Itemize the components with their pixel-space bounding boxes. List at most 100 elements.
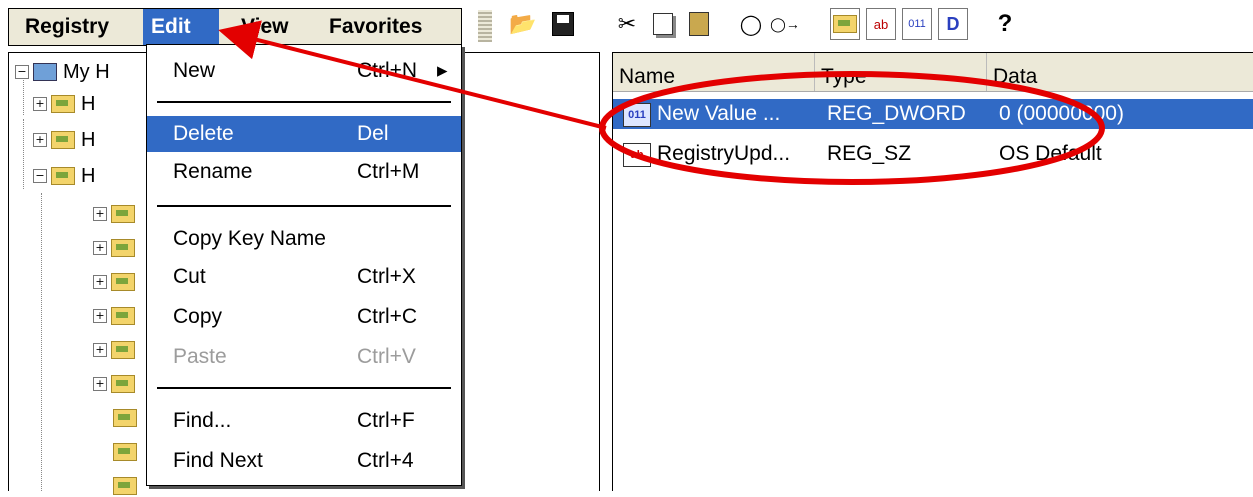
folder-icon xyxy=(111,375,135,393)
tree-node[interactable]: + H xyxy=(33,93,95,115)
tree-node[interactable] xyxy=(113,441,137,463)
folder-icon xyxy=(111,273,135,291)
menu-item-label: New xyxy=(173,59,216,82)
tree-node[interactable]: + H xyxy=(33,129,95,151)
menu-item-copy-key-name[interactable]: Copy Key Name xyxy=(147,221,461,257)
menu-item-accel: Ctrl+F xyxy=(357,409,415,432)
string-value-icon: ab xyxy=(623,143,651,167)
tree-root[interactable]: − My H xyxy=(15,61,110,83)
collapse-icon[interactable]: − xyxy=(33,169,47,183)
expand-icon[interactable]: + xyxy=(93,309,107,323)
menu-item-copy[interactable]: Copy Ctrl+C xyxy=(147,299,461,335)
find-next-icon[interactable]: ◯→ xyxy=(770,8,800,40)
menu-item-cut[interactable]: Cut Ctrl+X xyxy=(147,259,461,295)
column-type[interactable]: Type xyxy=(815,53,987,91)
tree-node-label: H xyxy=(81,92,96,115)
list-row[interactable]: 011 New Value ... REG_DWORD 0 (00000000) xyxy=(613,99,1253,129)
expand-icon[interactable]: + xyxy=(33,97,47,111)
menu-item-label: Copy xyxy=(173,305,223,328)
tree-node[interactable]: + xyxy=(93,305,135,327)
menu-item-paste: Paste Ctrl+V xyxy=(147,339,461,375)
menu-item-new[interactable]: New Ctrl+N ▸ xyxy=(147,53,461,89)
folder-icon xyxy=(111,341,135,359)
cut-icon[interactable]: ✂ xyxy=(612,8,642,40)
folder-icon xyxy=(113,443,137,461)
column-name[interactable]: Name xyxy=(613,53,815,91)
menu-item-rename[interactable]: Rename Ctrl+M xyxy=(147,154,461,190)
expand-icon[interactable]: + xyxy=(93,241,107,255)
menu-item-accel: Del xyxy=(357,122,389,145)
dword-value-icon: 011 xyxy=(623,103,651,127)
folder-icon xyxy=(113,409,137,427)
menu-item-accel: Ctrl+V xyxy=(357,345,416,368)
collapse-icon[interactable]: − xyxy=(15,65,29,79)
tree-node-label: H xyxy=(81,128,96,151)
tree-root-label: My H xyxy=(63,60,110,83)
tree-node[interactable]: + xyxy=(93,339,135,361)
paste-icon[interactable] xyxy=(684,8,714,40)
copy-icon[interactable] xyxy=(648,8,678,40)
menu-item-label: Find... xyxy=(173,409,232,432)
menu-item-label: Copy Key Name xyxy=(173,227,326,250)
expand-icon[interactable]: + xyxy=(93,275,107,289)
menu-item-label: Cut xyxy=(173,265,206,288)
tree-node[interactable]: + xyxy=(93,373,135,395)
menu-view[interactable]: View xyxy=(241,9,288,45)
menu-item-accel: Ctrl+C xyxy=(357,305,418,328)
tree-node[interactable]: + xyxy=(93,203,135,225)
menu-item-label: Find Next xyxy=(173,449,263,472)
folder-icon xyxy=(51,167,75,185)
menu-item-label: Delete xyxy=(173,122,234,145)
expand-icon[interactable]: + xyxy=(93,207,107,221)
expand-icon[interactable]: + xyxy=(93,377,107,391)
open-icon[interactable]: 📂 xyxy=(508,8,538,40)
computer-icon xyxy=(33,63,57,81)
expand-icon[interactable]: + xyxy=(93,343,107,357)
value-name: New Value ... xyxy=(657,102,781,125)
expand-icon[interactable]: + xyxy=(33,133,47,147)
value-data: 0 (00000000) xyxy=(999,102,1124,125)
folder-icon xyxy=(111,239,135,257)
menu-edit[interactable]: Edit xyxy=(143,9,219,45)
find-icon[interactable]: ◯ xyxy=(736,8,766,40)
tree-node[interactable] xyxy=(113,407,137,429)
menu-item-find[interactable]: Find... Ctrl+F xyxy=(147,403,461,439)
tree-node[interactable]: + xyxy=(93,237,135,259)
menu-item-label: Paste xyxy=(173,345,227,368)
value-type: REG_DWORD xyxy=(827,102,966,125)
menu-separator xyxy=(157,205,451,207)
value-data: OS Default xyxy=(999,142,1102,165)
new-string-icon[interactable]: ab xyxy=(866,8,896,40)
toolbar-grip[interactable] xyxy=(478,10,492,42)
tree-node[interactable]: + xyxy=(93,271,135,293)
values-list[interactable]: Name Type Data 011 New Value ... REG_DWO… xyxy=(612,52,1253,491)
column-data[interactable]: Data xyxy=(987,53,1253,91)
folder-icon xyxy=(111,205,135,223)
tree-node[interactable]: − H xyxy=(33,165,95,187)
menu-separator xyxy=(157,387,451,389)
menu-item-accel: Ctrl+N xyxy=(357,59,418,82)
edit-menu: New Ctrl+N ▸ Delete Del Rename Ctrl+M Co… xyxy=(146,44,462,486)
menu-favorites[interactable]: Favorites xyxy=(329,9,422,45)
value-type: REG_SZ xyxy=(827,142,912,165)
menu-item-accel: Ctrl+M xyxy=(357,160,420,183)
list-header: Name Type Data xyxy=(613,53,1253,92)
new-binary-icon[interactable]: 011 xyxy=(902,8,932,40)
list-row[interactable]: ab RegistryUpd... REG_SZ OS Default xyxy=(613,139,1253,169)
menu-item-delete[interactable]: Delete Del xyxy=(147,116,461,152)
menu-item-find-next[interactable]: Find Next Ctrl+4 xyxy=(147,443,461,479)
tree-node-label: H xyxy=(81,164,96,187)
folder-icon xyxy=(111,307,135,325)
menubar: Registry Edit View Favorites xyxy=(8,8,462,46)
folder-icon xyxy=(113,477,137,495)
value-name: RegistryUpd... xyxy=(657,142,791,165)
new-key-icon[interactable] xyxy=(830,8,860,40)
submenu-arrow-icon: ▸ xyxy=(437,59,448,82)
help-icon[interactable]: ? xyxy=(990,8,1020,40)
new-dword-icon[interactable]: D xyxy=(938,8,968,40)
menu-registry[interactable]: Registry xyxy=(25,9,109,45)
menu-separator xyxy=(157,101,451,103)
menu-item-accel: Ctrl+4 xyxy=(357,449,414,472)
tree-node[interactable] xyxy=(113,475,137,497)
save-icon[interactable] xyxy=(548,8,578,40)
